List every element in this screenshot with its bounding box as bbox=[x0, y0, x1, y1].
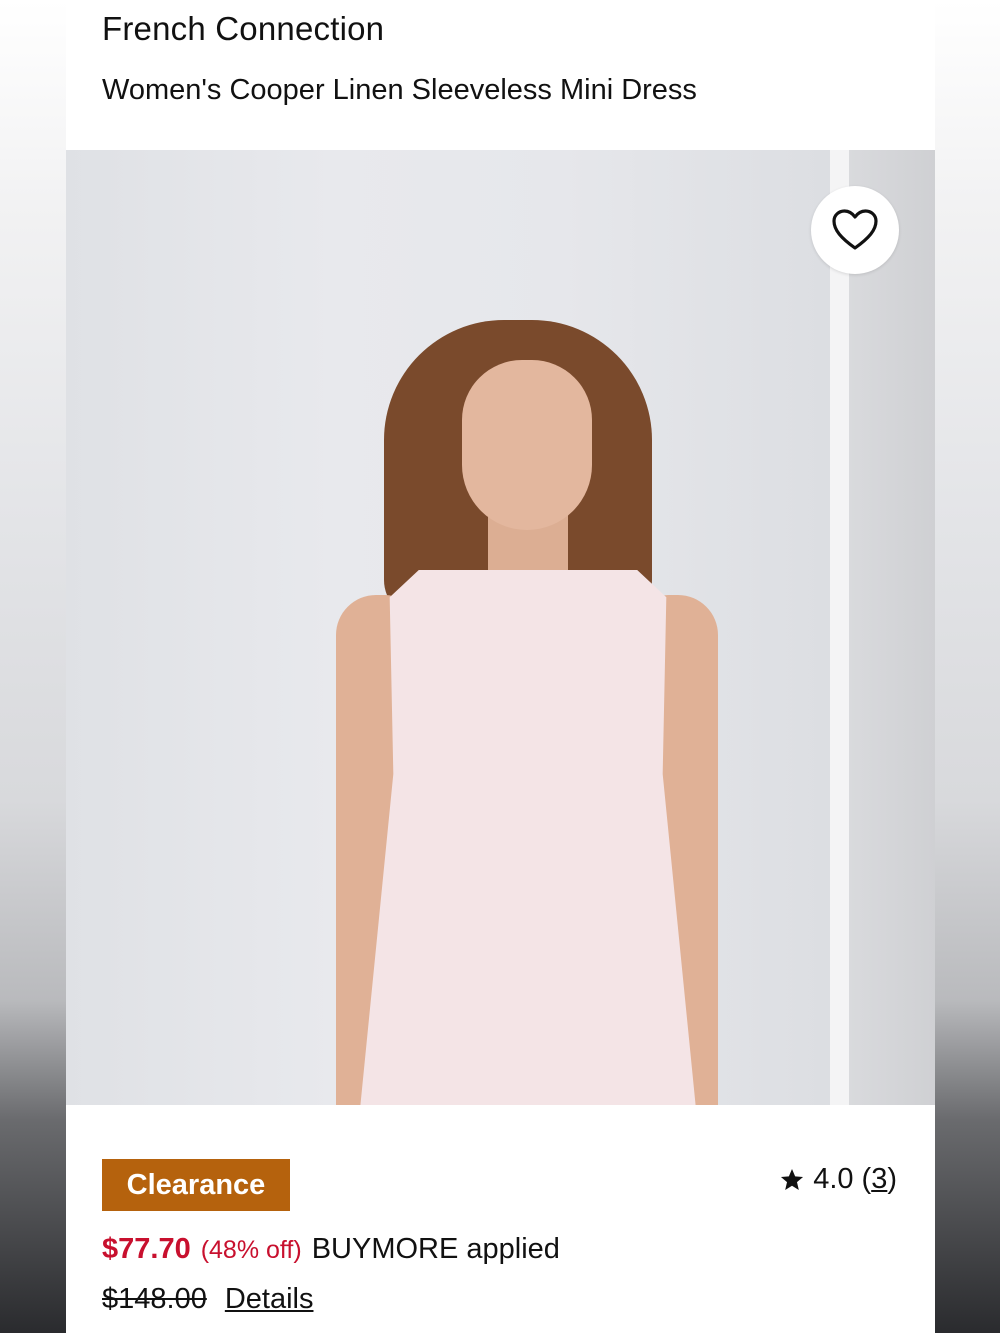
heart-icon bbox=[832, 209, 878, 250]
rating-count-wrap: (3) bbox=[862, 1163, 897, 1196]
brand-name[interactable]: French Connection bbox=[102, 10, 384, 48]
next-product-image[interactable] bbox=[849, 150, 935, 1105]
review-count-link[interactable]: 3 bbox=[871, 1163, 887, 1195]
product-card: French Connection Women's Cooper Linen S… bbox=[66, 0, 935, 1333]
rating-open-paren: ( bbox=[861, 1163, 872, 1195]
rating-close-paren: ) bbox=[887, 1163, 897, 1195]
original-price: $148.00 bbox=[102, 1283, 207, 1315]
discount-percent: (48% off) bbox=[200, 1236, 302, 1264]
rating-value: 4.0 bbox=[813, 1163, 854, 1195]
price-row: $77.70 (48% off) BUYMORE applied bbox=[102, 1233, 560, 1266]
star-icon bbox=[781, 1168, 804, 1190]
rating: 4.0 (3) bbox=[779, 1163, 897, 1196]
product-image[interactable] bbox=[66, 150, 830, 1105]
carousel-gap bbox=[830, 150, 849, 1105]
original-price-row: $148.00 Details bbox=[102, 1283, 313, 1316]
dress-shape bbox=[346, 570, 710, 1105]
product-title[interactable]: Women's Cooper Linen Sleeveless Mini Dre… bbox=[102, 74, 697, 107]
favorite-button[interactable] bbox=[811, 186, 899, 274]
sale-price: $77.70 bbox=[102, 1233, 191, 1265]
promo-applied: BUYMORE applied bbox=[311, 1233, 560, 1265]
model-face bbox=[462, 360, 592, 530]
clearance-badge: Clearance bbox=[102, 1159, 290, 1211]
details-link[interactable]: Details bbox=[225, 1283, 314, 1316]
